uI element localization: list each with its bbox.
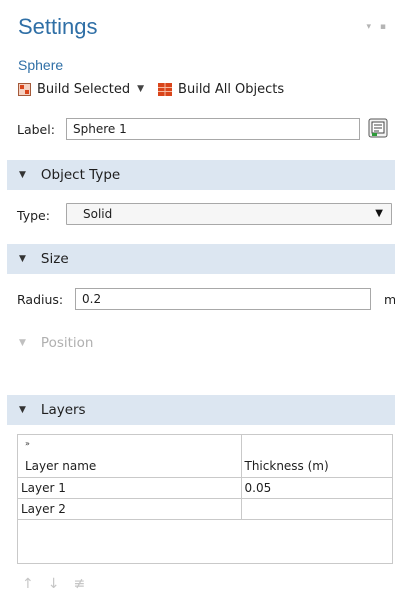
label-edit-icon[interactable]: [368, 118, 388, 141]
scroll-fade: [0, 350, 395, 378]
table-row[interactable]: Layer 1 0.05: [18, 477, 392, 499]
table-toolbar: ↑ ↓ ≢: [22, 576, 99, 592]
label-field-label: Label:: [17, 122, 55, 137]
layer-thickness-cell[interactable]: [241, 498, 392, 520]
clear-table-icon[interactable]: ≢: [73, 576, 85, 592]
layer-thickness-cell[interactable]: 0.05: [241, 477, 392, 499]
radius-input[interactable]: 0.2: [75, 288, 371, 310]
section-layers[interactable]: ▼ Layers: [7, 395, 395, 425]
layer-name-cell[interactable]: Layer 1: [18, 477, 242, 499]
radius-label: Radius:: [17, 292, 64, 307]
pin-icon[interactable]: ▾ ▪: [367, 22, 389, 32]
arrow-down-icon[interactable]: ↓: [48, 576, 60, 592]
node-name: Sphere: [18, 57, 64, 73]
build-selected-button[interactable]: Build Selected ▼: [18, 82, 144, 97]
table-header-row: » Layer name Thickness (m): [18, 435, 392, 478]
label-input[interactable]: Sphere 1: [66, 118, 360, 140]
chevron-down-icon: ▼: [375, 208, 383, 219]
section-object-type[interactable]: ▼ Object Type: [7, 160, 395, 190]
column-header-thickness[interactable]: Thickness (m): [241, 435, 392, 478]
table-row[interactable]: Layer 2: [18, 498, 392, 520]
section-title: Layers: [40, 402, 86, 418]
section-title: Size: [40, 251, 69, 267]
build-all-button[interactable]: Build All Objects: [158, 82, 284, 97]
column-header-layer-name[interactable]: » Layer name: [18, 435, 242, 478]
section-title: Position: [40, 335, 94, 351]
section-size[interactable]: ▼ Size: [7, 244, 395, 274]
arrow-up-icon[interactable]: ↑: [22, 576, 34, 592]
build-all-label: Build All Objects: [178, 81, 285, 97]
sort-icon[interactable]: »: [25, 439, 30, 448]
build-all-icon: [158, 82, 173, 96]
build-selected-icon: [18, 82, 31, 96]
chevron-down-icon[interactable]: ▼: [137, 84, 144, 94]
type-select[interactable]: Solid ▼: [66, 203, 392, 225]
type-value: Solid: [83, 207, 113, 221]
build-selected-label: Build Selected: [37, 81, 131, 97]
settings-toolbar: Build Selected ▼ Build All Objects: [18, 80, 284, 98]
radius-unit: m: [384, 292, 395, 307]
collapse-icon: ▼: [19, 338, 26, 348]
layer-name-cell[interactable]: Layer 2: [18, 498, 242, 520]
collapse-icon: ▼: [19, 405, 26, 415]
type-label: Type:: [17, 208, 50, 223]
page-title: Settings: [18, 14, 98, 39]
layers-table: » Layer name Thickness (m) Layer 1 0.05 …: [17, 434, 393, 564]
collapse-icon: ▼: [19, 254, 26, 264]
section-title: Object Type: [40, 167, 121, 183]
collapse-icon: ▼: [19, 170, 26, 180]
